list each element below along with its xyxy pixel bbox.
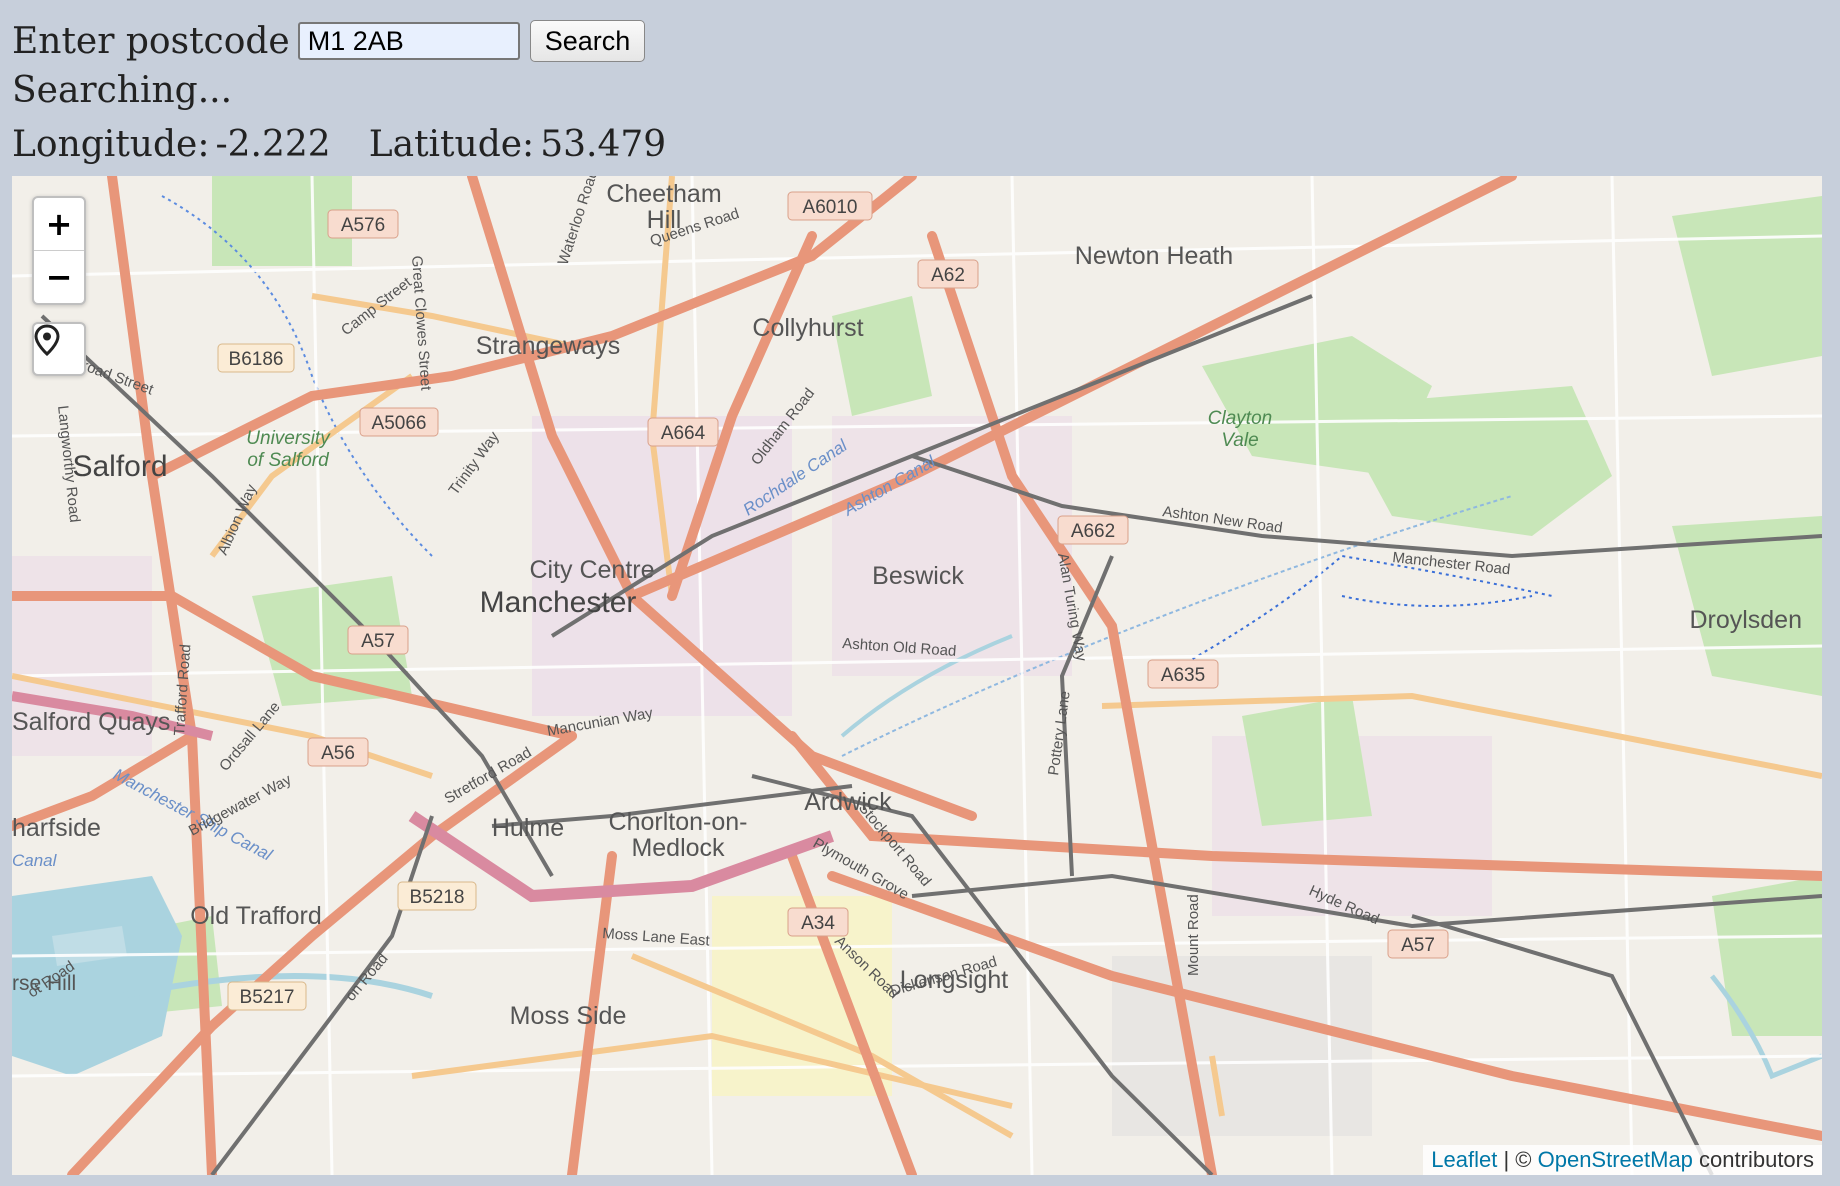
postcode-label: Enter postcode [12, 20, 290, 62]
zoom-in-button[interactable]: + [34, 198, 84, 250]
latitude-label: Latitude: [368, 124, 535, 165]
place-manchester: Manchester [480, 586, 637, 619]
road-shield-a57: A57 [361, 631, 395, 652]
locate-button[interactable] [32, 322, 86, 376]
place-vale: Vale [1221, 430, 1258, 451]
map-attribution: Leaflet | © OpenStreetMap contributors [1423, 1145, 1822, 1175]
label-camp-street: Camp Street [338, 273, 415, 339]
road-shield-a6010: A6010 [803, 197, 858, 218]
place-beswick: Beswick [872, 562, 964, 590]
road-shield-a664: A664 [661, 423, 706, 444]
label-waterloo-road: Waterloo Road [555, 176, 602, 267]
place-salford-quays: Salford Quays [12, 708, 170, 736]
place-clayton: Clayton [1208, 408, 1272, 429]
postcode-form: Enter postcode Search [12, 18, 646, 64]
place-cheetham: Cheetham [606, 180, 721, 208]
place-collyhurst: Collyhurst [752, 314, 863, 342]
place-canal: Canal [12, 851, 58, 870]
zoom-control: + − [32, 196, 86, 305]
coordinates-readout: Longitude: -2.222 Latitude: 53.479 [12, 124, 672, 165]
latitude-value: 53.479 [540, 124, 667, 165]
road-shield-a5066: A5066 [372, 413, 427, 434]
search-button[interactable]: Search [529, 20, 646, 62]
road-shield-b6186: B6186 [229, 349, 284, 370]
label-trinity-way: Trinity Way [445, 428, 502, 498]
longitude-label: Longitude: [12, 124, 210, 165]
osm-link[interactable]: OpenStreetMap [1538, 1147, 1693, 1172]
longitude-value: -2.222 [215, 124, 331, 165]
place-chorlton-2: Medlock [631, 834, 725, 862]
label-ordsall-lane: Ordsall Lane [216, 698, 284, 774]
label-pottery-lane: Pottery Lane [1045, 690, 1074, 777]
road-shield-b5217: B5217 [240, 987, 295, 1008]
label-mount-road: Mount Road [1185, 894, 1202, 976]
status-text: Searching... [12, 70, 233, 111]
zoom-out-button[interactable]: − [34, 250, 84, 303]
map-pin-icon [34, 324, 60, 356]
place-city-centre: City Centre [529, 556, 654, 584]
label-moss-lane-east: Moss Lane East [602, 925, 711, 950]
place-strangeways: Strangeways [476, 332, 621, 360]
postcode-input[interactable] [297, 22, 520, 60]
place-hulme: Hulme [492, 814, 564, 842]
map[interactable]: A576 A6010 A62 B6186 A5066 A664 A662 A57… [12, 176, 1822, 1175]
place-harfside: harfside [12, 814, 101, 842]
road-shield-a57-east: A57 [1401, 935, 1435, 956]
road-shield-a62: A62 [931, 265, 965, 286]
road-shield-a34: A34 [801, 913, 835, 934]
road-shield-a662: A662 [1071, 521, 1115, 542]
map-tiles[interactable]: A576 A6010 A62 B6186 A5066 A664 A662 A57… [12, 176, 1822, 1175]
attribution-separator: | © [1503, 1147, 1532, 1172]
road-shield-a635: A635 [1161, 665, 1205, 686]
place-longsight: Longsight [900, 966, 1008, 994]
place-of-salford: of Salford [247, 450, 330, 471]
place-rse-hill: rse Hill [12, 972, 76, 995]
place-salford: Salford [72, 450, 167, 483]
road-shield-a576: A576 [341, 215, 385, 236]
place-university: University [246, 428, 331, 449]
label-great-clowes-street: Great Clowes Street [408, 255, 434, 392]
road-shield-b5218: B5218 [410, 887, 465, 908]
place-old-trafford: Old Trafford [190, 902, 322, 930]
place-moss-side: Moss Side [510, 1002, 627, 1030]
leaflet-link[interactable]: Leaflet [1431, 1147, 1497, 1172]
place-hill: Hill [647, 206, 682, 234]
attribution-contributors: contributors [1699, 1147, 1814, 1172]
road-shield-a56: A56 [321, 743, 355, 764]
place-ardwick: Ardwick [804, 788, 892, 816]
place-newton-heath: Newton Heath [1075, 242, 1233, 270]
place-droylsden: Droylsden [1689, 606, 1802, 634]
place-chorlton-1: Chorlton-on- [609, 808, 748, 836]
